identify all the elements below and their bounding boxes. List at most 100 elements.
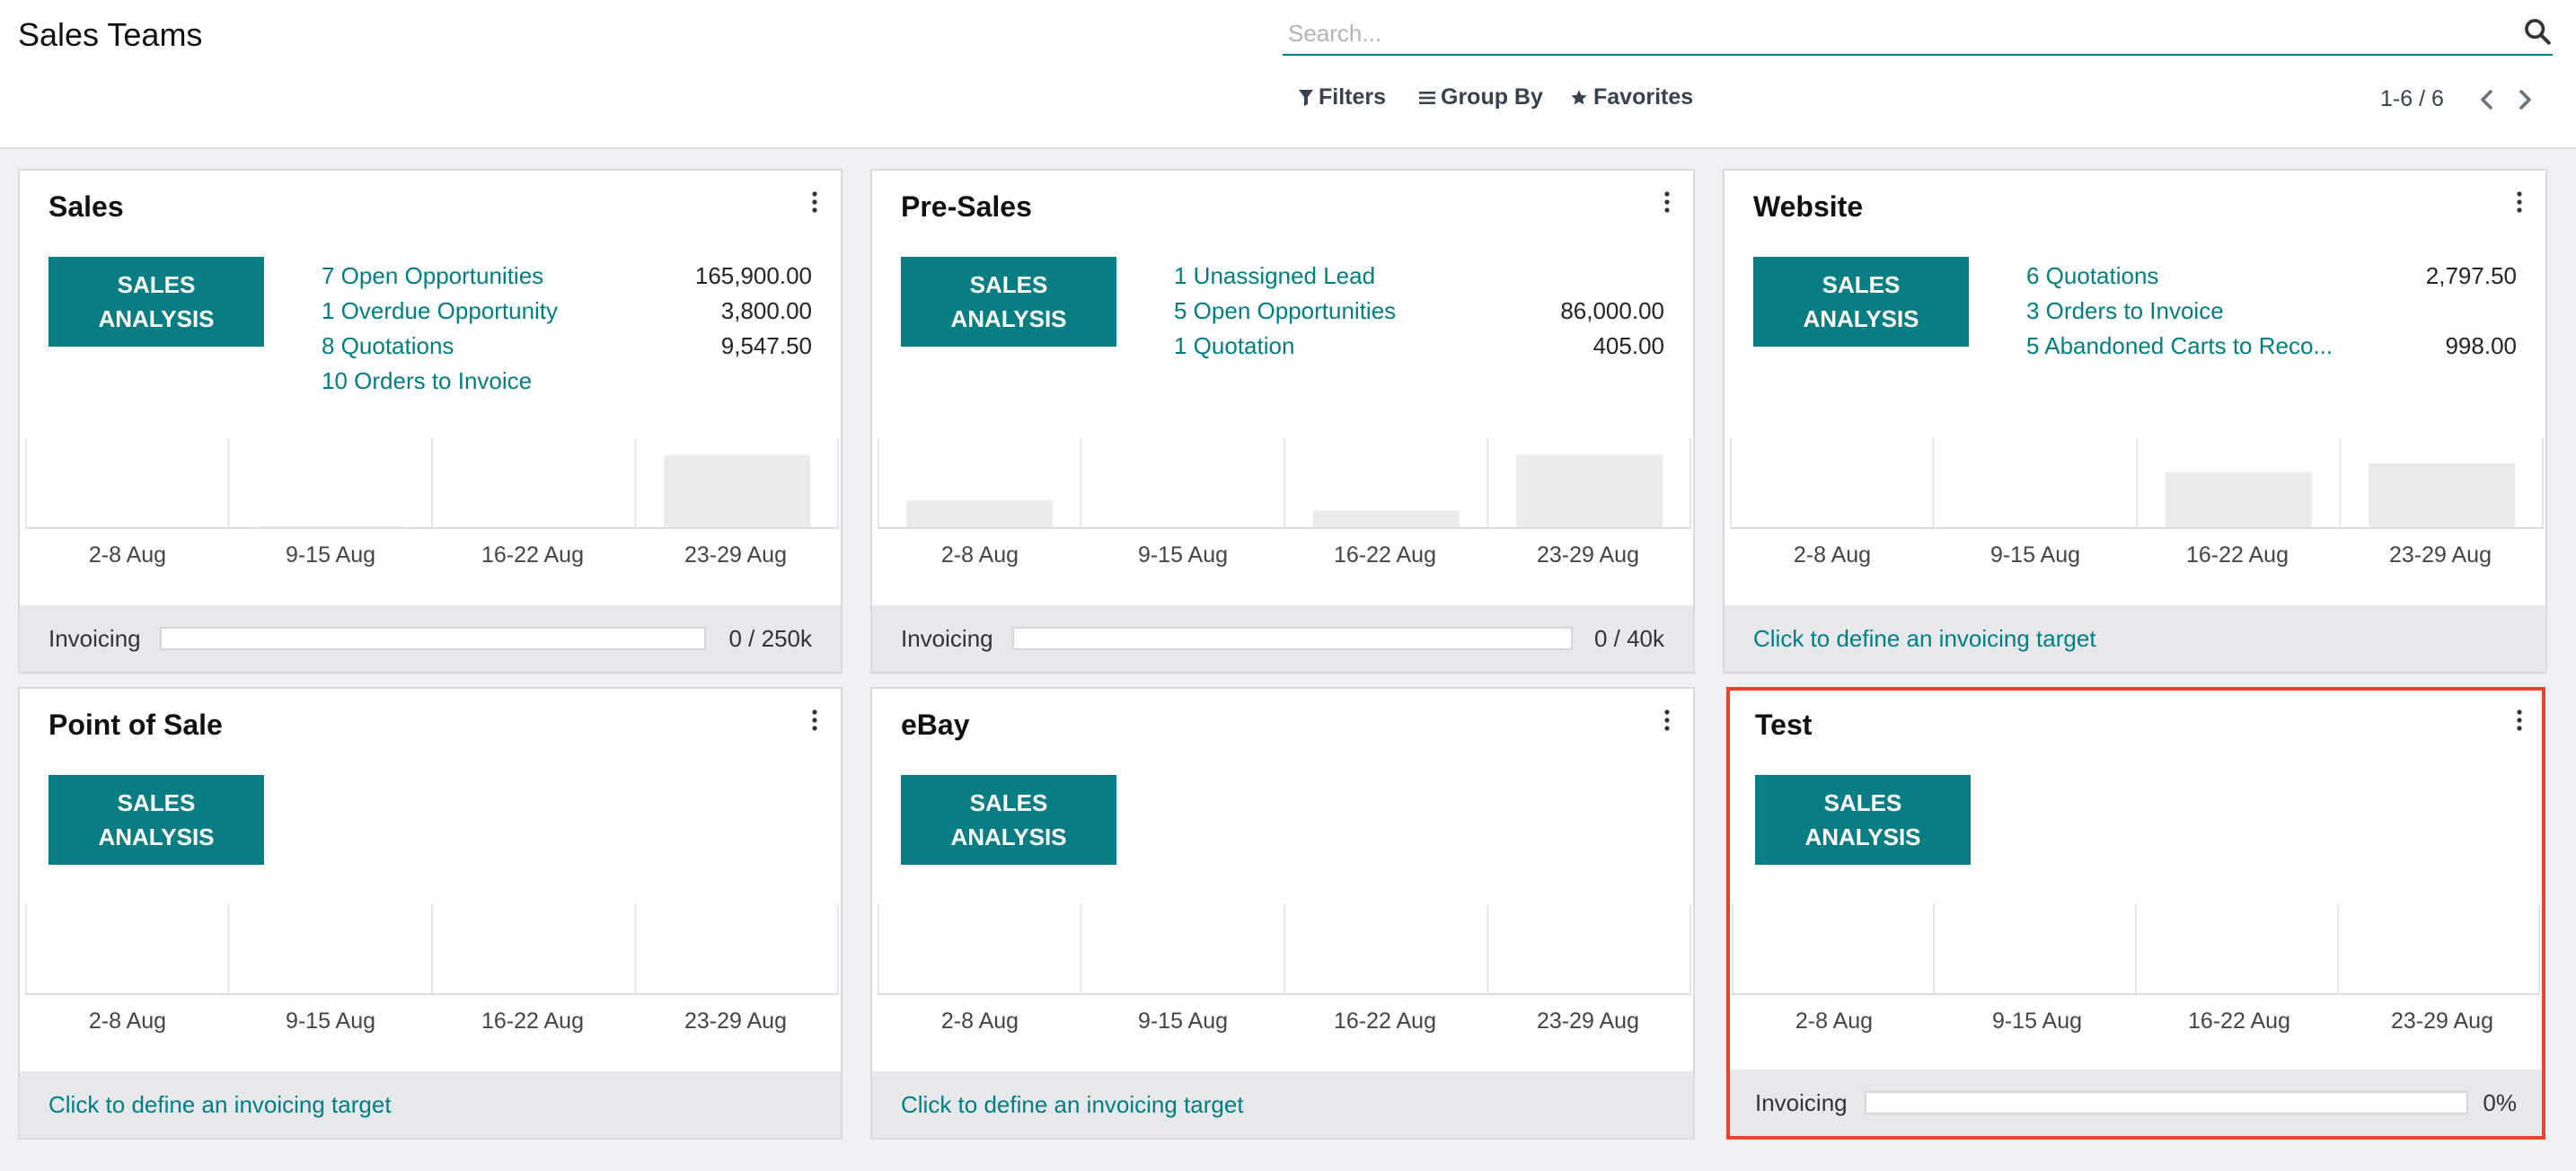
button-label-line1: SALES [117, 271, 196, 298]
button-label-line1: SALES [969, 271, 1048, 298]
graph-bar[interactable] [1312, 510, 1460, 528]
stat-link[interactable]: 1 Overdue Opportunity [322, 297, 558, 325]
team-card[interactable]: eBay SALES ANALYSIS 2-8 Aug 9-15 Aug 16-… [870, 687, 1695, 1140]
invoicing-footer: Invoicing 0 / 250k [20, 605, 841, 672]
graph-week-label: 16-22 Aug [1334, 542, 1436, 568]
stat-amount: 2,797.50 [2425, 262, 2517, 289]
define-invoicing-target-link[interactable]: Click to define an invoicing target [1753, 625, 2096, 653]
graph-week-label: 9-15 Aug [1989, 542, 2081, 568]
stat-amount: 3,800.00 [720, 297, 812, 324]
invoicing-value[interactable]: 0 / 250k [728, 625, 812, 653]
invoicing-value[interactable]: 0% [2483, 1089, 2517, 1117]
group-by-button[interactable]: Group By [1419, 84, 1543, 110]
button-label-line2: ANALYSIS [1803, 305, 1919, 332]
stat-link[interactable]: 10 Orders to Invoice [322, 367, 532, 395]
graph-week-label: 2-8 Aug [940, 542, 1019, 568]
team-graph[interactable] [25, 904, 839, 1012]
stat-link[interactable]: 6 Quotations [2026, 262, 2158, 290]
button-label-line1: SALES [117, 789, 196, 816]
sales-analysis-button[interactable]: SALES ANALYSIS [901, 257, 1116, 347]
team-graph[interactable] [1732, 904, 2540, 1012]
team-name[interactable]: Website [1753, 190, 1863, 224]
stat-amount: 86,000.00 [1560, 297, 1664, 324]
button-label-line1: SALES [969, 789, 1048, 816]
pager-value[interactable]: 1-6 / 6 [2380, 86, 2444, 112]
graph-week-label: 23-29 Aug [684, 1008, 787, 1034]
team-card[interactable]: Website SALES ANALYSIS 6 Quotations 2,79… [1723, 169, 2547, 674]
graph-bar[interactable] [664, 454, 811, 528]
kebab-menu-icon[interactable] [808, 190, 821, 214]
team-name[interactable]: Pre-Sales [901, 190, 1032, 224]
kebab-menu-icon[interactable] [1661, 709, 1673, 732]
favorites-label: Favorites [1593, 84, 1694, 110]
chevron-left-icon[interactable] [2474, 84, 2501, 115]
team-graph[interactable] [878, 904, 1691, 1012]
kebab-menu-icon[interactable] [2513, 190, 2526, 214]
graph-week-label: 9-15 Aug [1137, 542, 1229, 568]
team-name[interactable]: Test [1755, 709, 1812, 742]
graph-week-label: 2-8 Aug [88, 1008, 167, 1034]
sales-analysis-button[interactable]: SALES ANALYSIS [49, 257, 264, 347]
team-name[interactable]: eBay [901, 709, 970, 742]
sales-analysis-button[interactable]: SALES ANALYSIS [1755, 775, 1971, 865]
stat-link[interactable]: 5 Abandoned Carts to Reco... [2026, 332, 2333, 360]
search-icon[interactable] [2522, 16, 2553, 47]
filters-label: Filters [1319, 84, 1387, 110]
graph-week-label: 23-29 Aug [2389, 542, 2492, 568]
kebab-menu-icon[interactable] [808, 709, 821, 732]
group-by-label: Group By [1441, 84, 1543, 110]
graph-bar[interactable] [2165, 471, 2312, 528]
graph-week-label: 9-15 Aug [285, 1008, 376, 1034]
filters-button[interactable]: Filters [1299, 84, 1386, 110]
define-invoicing-target-link[interactable]: Click to define an invoicing target [49, 1091, 392, 1119]
sales-analysis-button[interactable]: SALES ANALYSIS [1753, 257, 1969, 347]
stat-amount: 405.00 [1592, 332, 1664, 359]
graph-week-label: 23-29 Aug [2391, 1008, 2493, 1034]
filter-icon [1299, 89, 1313, 106]
invoicing-progress-bar[interactable] [1012, 627, 1573, 650]
team-graph[interactable] [878, 438, 1691, 546]
graph-bar[interactable] [1516, 454, 1663, 528]
kebab-menu-icon[interactable] [2513, 709, 2526, 732]
kebab-menu-icon[interactable] [1661, 190, 1673, 214]
invoicing-progress-bar[interactable] [160, 627, 706, 650]
stat-amount: 165,900.00 [694, 262, 812, 289]
graph-week-label: 2-8 Aug [940, 1008, 1019, 1034]
invoicing-value[interactable]: 0 / 40k [1594, 625, 1664, 653]
graph-week-label: 23-29 Aug [1537, 542, 1639, 568]
list-icon [1419, 91, 1435, 104]
stat-link[interactable]: 3 Orders to Invoice [2026, 297, 2224, 325]
team-card[interactable]: Pre-Sales SALES ANALYSIS 1 Unassigned Le… [870, 169, 1695, 674]
favorites-button[interactable]: Favorites [1570, 84, 1693, 110]
invoicing-footer: Click to define an invoicing target [872, 1071, 1693, 1138]
graph-week-label: 2-8 Aug [1793, 542, 1872, 568]
sales-analysis-button[interactable]: SALES ANALYSIS [901, 775, 1116, 865]
stat-link[interactable]: 1 Unassigned Lead [1174, 262, 1375, 290]
team-name[interactable]: Sales [49, 190, 124, 224]
graph-week-label: 23-29 Aug [1537, 1008, 1639, 1034]
team-graph[interactable] [25, 438, 839, 546]
stat-link[interactable]: 1 Quotation [1174, 332, 1294, 360]
invoicing-footer: Click to define an invoicing target [20, 1071, 841, 1138]
graph-week-label: 16-22 Aug [481, 542, 584, 568]
team-card-selected[interactable]: Test SALES ANALYSIS 2-8 Aug 9-15 Aug 16-… [1726, 687, 2545, 1140]
team-name[interactable]: Point of Sale [49, 709, 223, 742]
graph-bar[interactable] [2369, 463, 2516, 528]
team-graph[interactable] [1730, 438, 2544, 546]
stat-link[interactable]: 7 Open Opportunities [322, 262, 543, 290]
team-card[interactable]: Sales SALES ANALYSIS 7 Open Opportunitie… [18, 169, 842, 674]
stat-link[interactable]: 8 Quotations [322, 332, 454, 360]
chevron-right-icon[interactable] [2511, 84, 2538, 115]
button-label-line2: ANALYSIS [950, 823, 1067, 850]
graph-week-label: 9-15 Aug [285, 542, 376, 568]
stat-amount: 998.00 [2445, 332, 2517, 359]
team-card[interactable]: Point of Sale SALES ANALYSIS 2-8 Aug 9-1… [18, 687, 842, 1140]
search-input[interactable] [1286, 14, 2493, 52]
control-panel: Sales Teams Filters Group By Favorites 1… [0, 0, 2576, 149]
graph-bar[interactable] [905, 500, 1053, 528]
stat-link[interactable]: 5 Open Opportunities [1174, 297, 1396, 325]
invoicing-progress-bar[interactable] [1865, 1091, 2468, 1114]
define-invoicing-target-link[interactable]: Click to define an invoicing target [901, 1091, 1244, 1119]
graph-week-label: 16-22 Aug [1334, 1008, 1436, 1034]
sales-analysis-button[interactable]: SALES ANALYSIS [49, 775, 264, 865]
